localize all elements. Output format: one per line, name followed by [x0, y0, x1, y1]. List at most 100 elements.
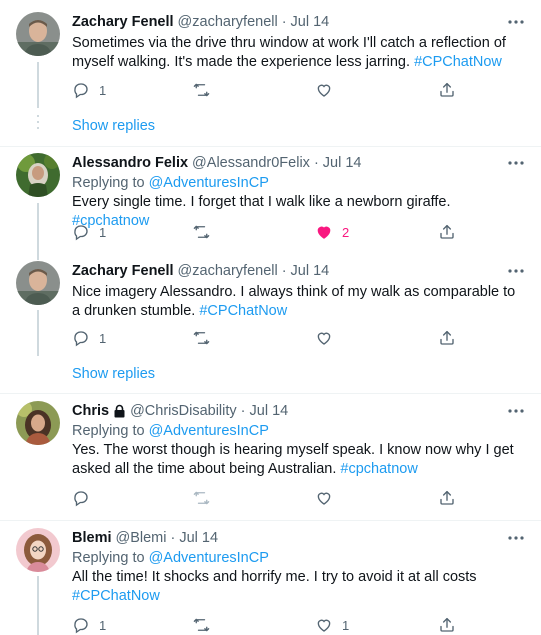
thread-line: [37, 62, 39, 108]
reply-button[interactable]: [72, 488, 90, 508]
author-name[interactable]: Zachary Fenell: [72, 14, 174, 30]
reply-button[interactable]: 1: [72, 222, 106, 242]
share-button[interactable]: [438, 222, 456, 242]
share-button[interactable]: [438, 328, 456, 348]
replying-to-link[interactable]: @AdventuresInCP: [149, 550, 269, 566]
author-handle[interactable]: @Blemi: [116, 530, 167, 546]
reply-count: 1: [99, 330, 107, 346]
divider: [0, 393, 541, 394]
tweet-text: Yes. The worst though is hearing myself …: [72, 441, 527, 479]
author-handle[interactable]: @zacharyfenell: [178, 14, 278, 30]
author-handle[interactable]: @Alessandr0Felix: [192, 155, 310, 171]
retweet-icon: [192, 81, 211, 99]
like-button[interactable]: 1: [315, 615, 349, 635]
separator: ·: [170, 530, 176, 546]
like-button[interactable]: [315, 328, 333, 348]
tweet-text: All the time! It shocks and horrify me. …: [72, 568, 527, 606]
timestamp[interactable]: Jul 14: [323, 155, 362, 171]
retweet-button[interactable]: [192, 80, 211, 100]
share-icon: [438, 616, 456, 634]
retweet-button[interactable]: [192, 615, 211, 635]
tweet-actions: [72, 488, 472, 508]
like-icon: [315, 223, 333, 241]
reply-button[interactable]: 1: [72, 615, 106, 635]
share-button[interactable]: [438, 488, 456, 508]
timestamp[interactable]: Jul 14: [291, 14, 330, 30]
show-replies-link[interactable]: Show replies: [72, 364, 155, 384]
thread-line: [37, 203, 39, 260]
like-count: 2: [342, 224, 350, 240]
lock-icon: [113, 404, 126, 418]
show-replies-link[interactable]: Show replies: [72, 116, 155, 136]
author-name[interactable]: Blemi: [72, 530, 112, 546]
replying-to-link[interactable]: @AdventuresInCP: [149, 175, 269, 191]
reply-icon: [72, 329, 90, 347]
author-name[interactable]: Alessandro Felix: [72, 155, 188, 171]
avatar[interactable]: [16, 261, 60, 305]
thread-dots: [37, 115, 39, 135]
tweet-body: Every single time. I forget that I walk …: [72, 194, 451, 210]
hashtag-link[interactable]: #CPChatNow: [199, 303, 287, 319]
author-name[interactable]: Zachary Fenell: [72, 263, 174, 279]
author-handle[interactable]: @zacharyfenell: [178, 263, 278, 279]
like-button[interactable]: [315, 80, 333, 100]
retweet-icon: [192, 329, 211, 347]
reply-icon: [72, 489, 90, 507]
retweet-button[interactable]: [192, 328, 211, 348]
more-icon[interactable]: [507, 403, 525, 419]
replying-label: Replying to: [72, 175, 149, 191]
timestamp[interactable]: Jul 14: [250, 403, 289, 419]
thread-line: [37, 576, 39, 635]
avatar[interactable]: [16, 12, 60, 56]
share-icon: [438, 489, 456, 507]
tweet-actions: 1 1: [72, 615, 472, 635]
replying-to: Replying to @AdventuresInCP: [72, 548, 527, 568]
replying-to: Replying to @AdventuresInCP: [72, 173, 527, 193]
more-icon[interactable]: [507, 155, 525, 171]
retweet-button[interactable]: [192, 488, 211, 508]
replying-to: Replying to @AdventuresInCP: [72, 421, 527, 441]
reply-button[interactable]: 1: [72, 80, 106, 100]
reply-icon: [72, 616, 90, 634]
timestamp[interactable]: Jul 14: [291, 263, 330, 279]
avatar[interactable]: [16, 401, 60, 445]
like-button[interactable]: 2: [315, 222, 349, 242]
tweet-body: Nice imagery Alessandro. I always think …: [72, 284, 516, 319]
retweet-icon: [192, 616, 211, 634]
share-icon: [438, 81, 456, 99]
tweet-body: All the time! It shocks and horrify me. …: [72, 569, 477, 585]
like-count: 1: [342, 617, 350, 633]
author-handle[interactable]: @ChrisDisability: [130, 403, 237, 419]
hashtag-link[interactable]: #CPChatNow: [72, 588, 160, 604]
divider: [0, 146, 541, 147]
thread-line: [37, 310, 39, 356]
timestamp[interactable]: Jul 14: [179, 530, 218, 546]
retweet-icon: [192, 223, 211, 241]
share-icon: [438, 223, 456, 241]
share-icon: [438, 329, 456, 347]
share-button[interactable]: [438, 615, 456, 635]
reply-icon: [72, 81, 90, 99]
author-name[interactable]: Chris: [72, 403, 109, 419]
avatar[interactable]: [16, 528, 60, 572]
avatar[interactable]: [16, 153, 60, 197]
like-icon: [315, 81, 333, 99]
retweet-icon: [192, 489, 211, 507]
hashtag-link[interactable]: #CPChatNow: [414, 54, 502, 70]
more-icon[interactable]: [507, 263, 525, 279]
reply-button[interactable]: 1: [72, 328, 106, 348]
replying-label: Replying to: [72, 423, 149, 439]
separator: ·: [240, 403, 246, 419]
replying-to-link[interactable]: @AdventuresInCP: [149, 423, 269, 439]
tweet-actions: 1: [72, 328, 472, 348]
replying-label: Replying to: [72, 550, 149, 566]
retweet-button[interactable]: [192, 222, 211, 242]
like-button[interactable]: [315, 488, 333, 508]
more-icon[interactable]: [507, 14, 525, 30]
share-button[interactable]: [438, 80, 456, 100]
tweet-actions: 1 2: [72, 222, 472, 242]
more-icon[interactable]: [507, 530, 525, 546]
hashtag-link[interactable]: #cpchatnow: [340, 461, 417, 477]
like-icon: [315, 489, 333, 507]
divider: [0, 520, 541, 521]
